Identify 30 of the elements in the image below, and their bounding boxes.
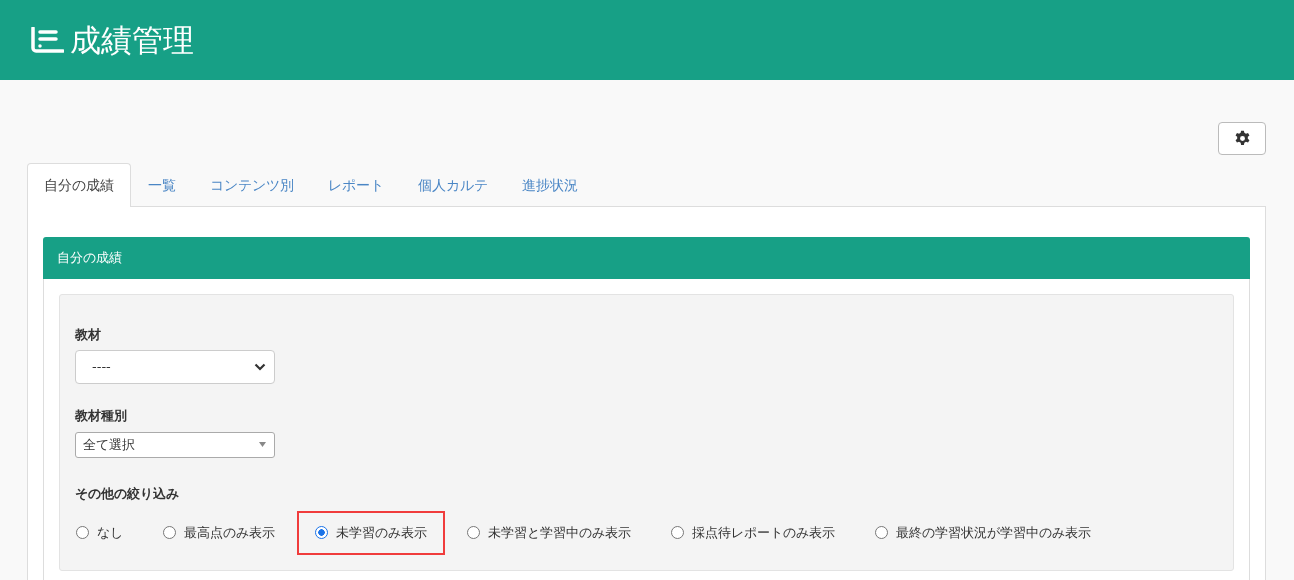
page-title: 成績管理: [70, 24, 194, 56]
tab[interactable]: 進捗状況: [505, 163, 595, 207]
tab[interactable]: レポート: [311, 163, 401, 207]
field-label: 教材種別: [75, 407, 128, 425]
tab[interactable]: 一覧: [131, 163, 193, 207]
panel-header: 自分の成績: [43, 237, 1250, 279]
radio-label[interactable]: なし: [97, 523, 123, 543]
tab[interactable]: 個人カルテ: [401, 163, 505, 207]
radio-button[interactable]: [467, 526, 480, 540]
radio-button[interactable]: [76, 526, 89, 540]
radio-button[interactable]: [163, 526, 176, 540]
select-field[interactable]: 全て選択: [75, 431, 275, 458]
radio-label[interactable]: 未学習と学習中のみ表示: [488, 523, 631, 543]
radio-label[interactable]: 採点待レポートのみ表示: [692, 523, 835, 543]
filter-label: その他の絞り込み: [75, 484, 180, 503]
radio-button[interactable]: [315, 526, 328, 540]
radio-label[interactable]: 未学習のみ表示: [336, 523, 427, 543]
radio-label[interactable]: 最終の学習状況が学習中のみ表示: [896, 523, 1091, 543]
chevron-down-icon: [254, 363, 266, 371]
caret-down-icon: [259, 442, 266, 447]
settings-icon: [1233, 130, 1251, 147]
radio-button[interactable]: [875, 526, 888, 540]
tab[interactable]: コンテンツ別: [193, 163, 311, 207]
list-logo-icon: [30, 27, 64, 53]
settings-button[interactable]: [1218, 122, 1266, 155]
field-label: 教材: [75, 325, 102, 344]
select-field[interactable]: ----: [75, 350, 275, 384]
radio-label[interactable]: 最高点のみ表示: [184, 523, 275, 543]
radio-button[interactable]: [671, 526, 684, 540]
tab[interactable]: 自分の成績: [27, 163, 131, 207]
